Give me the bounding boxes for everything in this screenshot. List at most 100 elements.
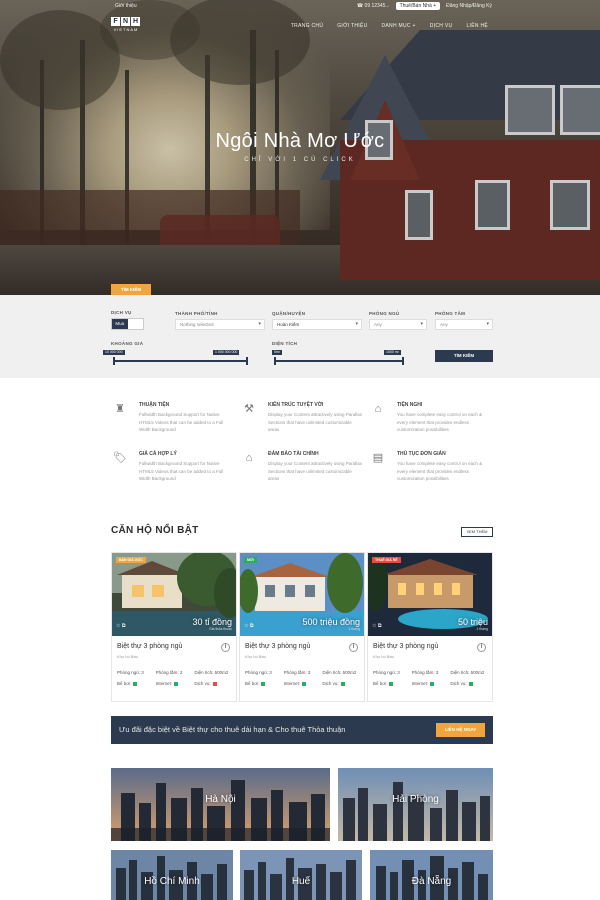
service-toggle[interactable]: Mua [111, 318, 144, 330]
topbar-login-link[interactable]: Đăng Nhập/Đăng Ký [446, 3, 492, 9]
feature-title: THỦ TỤC ĐƠN GIẢN [397, 451, 446, 457]
nav-item-about[interactable]: GIỚI THIỆU [337, 23, 367, 29]
favorite-compare-icons[interactable]: ☆ ⧉ [116, 623, 125, 629]
search-tab[interactable]: TÌM KIẾM [111, 284, 151, 295]
bedrooms-spec: Phòng ngủ: 3 [373, 670, 400, 675]
cross-icon [212, 681, 217, 686]
internet-label: Internet: [155, 681, 173, 686]
price-min-handle[interactable] [113, 357, 115, 365]
service-label: DỊCH VỤ [111, 310, 132, 315]
feature-title: GIÁ CẢ HỢP LÝ [139, 451, 177, 457]
bedrooms-label: PHÒNG NGỦ [369, 311, 400, 316]
city-name: Hà Nội [205, 794, 236, 805]
feature-desc: Display your Content attractively using … [268, 461, 363, 481]
price-max-handle[interactable] [246, 357, 248, 365]
property-price-note: 1 tháng [348, 627, 360, 631]
castle-icon: ♜ [115, 403, 125, 415]
internet-spec: Internet: [156, 681, 195, 686]
pool-label: Bể bơi: [373, 681, 388, 686]
area-spec: Diện tích: 500m2 [450, 670, 485, 675]
featured-section-title: CĂN HỘ NỔI BẬT [111, 525, 199, 536]
bathrooms-label: PHÒNG TẮM [435, 311, 466, 316]
check-icon [389, 681, 394, 686]
topbar-phone[interactable]: ☎ 09 12345... [357, 3, 390, 9]
search-button[interactable]: TÌM KIẾM [435, 350, 493, 362]
favorite-compare-icons[interactable]: ☆ ⧉ [372, 623, 381, 629]
favorite-compare-icons[interactable]: ☆ ⧉ [244, 623, 253, 629]
property-location: Khu hồ Bảo [117, 654, 138, 659]
city-tile-haiphong[interactable]: Hải Phòng [338, 768, 493, 841]
topbar-about-link[interactable]: Giới thiệu [115, 3, 137, 9]
property-card[interactable]: BÁN GIÁ GỐC ☆ ⧉ 30 tỉ đồng Giá thỏa thuậ… [111, 552, 237, 702]
area-min-handle[interactable] [274, 357, 276, 365]
hero-title: Ngôi Nhà Mơ Ước [215, 130, 385, 152]
property-specs: Phòng ngủ: 3 Phòng tắm: 3 Diện tích: 500… [373, 670, 489, 692]
feature-title: ĐẢM BẢO TÀI CHÍNH [268, 451, 319, 457]
service-label: Dịch vụ: [194, 681, 211, 686]
property-price: 30 tỉ đồng [192, 617, 232, 627]
promo-text: Ưu đãi đặc biệt về Biệt thự cho thuê dài… [119, 725, 346, 734]
toggle-rent[interactable] [128, 319, 144, 329]
info-icon[interactable]: i [349, 643, 358, 652]
hero-banner: Giới thiệu ☎ 09 12345... Thuê/Bán Nhà + … [0, 0, 600, 295]
check-icon [261, 681, 266, 686]
property-name[interactable]: Biệt thự 3 phòng ngủ [117, 643, 182, 650]
price-max-value: 1 000 000 000 [213, 350, 240, 355]
house-icon: ⌂ [374, 403, 382, 415]
bathrooms-spec: Phòng tắm: 3 [283, 670, 311, 675]
check-icon [340, 681, 345, 686]
property-price-note: 1 tháng [476, 627, 488, 631]
district-select[interactable]: Hoàn Kiếm [272, 319, 362, 330]
topbar-post-button[interactable]: Thuê/Bán Nhà + [395, 2, 441, 10]
property-price: 500 triệu đồng [302, 617, 360, 627]
bedrooms-spec: Phòng ngủ: 3 [245, 670, 272, 675]
contact-now-button[interactable]: LIÊN HỆ NGAY [436, 723, 485, 737]
service-label: Dịch vụ: [322, 681, 339, 686]
internet-label: Internet: [283, 681, 301, 686]
pool-spec: Bể bơi: [245, 681, 284, 686]
hammer-icon: ⚒ [244, 403, 254, 415]
city-tile-hcm[interactable]: Hồ Chí Minh [111, 850, 233, 900]
toggle-buy[interactable]: Mua [112, 319, 128, 329]
bathrooms-spec: Phòng tắm: 3 [411, 670, 439, 675]
check-icon [302, 681, 307, 686]
property-location: Khu hồ Bảo [373, 654, 394, 659]
info-icon[interactable]: i [477, 643, 486, 652]
check-icon [133, 681, 138, 686]
pool-spec: Bể bơi: [117, 681, 156, 686]
feature-title: KIẾN TRÚC TUYỆT VỜI [268, 402, 324, 408]
city-name: Huế [291, 876, 311, 887]
feature-desc: Fullwidth Background Support for Native … [139, 412, 224, 432]
property-card[interactable]: THUÊ GIÁ RẺ ☆ ⧉ 50 triệu 1 tháng Biệt th… [367, 552, 493, 702]
pool-label: Bể bơi: [245, 681, 260, 686]
hero-subtitle: CHỈ VỚI 1 CÚ CLICK [244, 157, 356, 163]
city-name: Đà Nẵng [411, 876, 452, 887]
pool-spec: Bể bơi: [373, 681, 412, 686]
service-spec: Dịch vụ: [194, 681, 233, 686]
nav-item-categories[interactable]: DANH MỤC + [382, 23, 416, 29]
property-name[interactable]: Biệt thự 3 phòng ngủ [373, 643, 438, 650]
search-panel [0, 295, 600, 378]
property-name[interactable]: Biệt thự 3 phòng ngủ [245, 643, 310, 650]
document-icon: ▤ [372, 452, 384, 464]
property-card[interactable]: MỚI ☆ ⧉ 500 triệu đồng 1 tháng Biệt thự … [239, 552, 365, 702]
nav-item-home[interactable]: TRANG CHỦ [291, 23, 323, 29]
price-slider[interactable]: 10 000 000 1 000 000 000 [103, 350, 248, 365]
site-logo[interactable]: F N H VIETNAM [111, 17, 141, 35]
bedrooms-select[interactable]: Any [369, 319, 427, 330]
nav-item-services[interactable]: DỊCH VỤ [430, 23, 453, 29]
bathrooms-select[interactable]: Any [435, 319, 493, 330]
city-tile-hanoi[interactable]: Hà Nội [111, 768, 330, 841]
city-tile-danang[interactable]: Đà Nẵng [370, 850, 493, 900]
city-label: THÀNH PHỐ/TỈNH [175, 311, 218, 316]
area-slider[interactable]: 0m² 1000 m² [272, 350, 404, 365]
info-icon[interactable]: i [221, 643, 230, 652]
city-name: Hồ Chí Minh [144, 876, 200, 887]
city-select[interactable]: Nothing selected [175, 319, 265, 330]
see-all-button[interactable]: XEM THÊM [461, 527, 493, 537]
city-tile-hue[interactable]: Huế [240, 850, 362, 900]
topbar-right: ☎ 09 12345... Thuê/Bán Nhà + Đăng Nhập/Đ… [357, 2, 492, 10]
area-max-handle[interactable] [402, 357, 404, 365]
internet-spec: Internet: [412, 681, 451, 686]
nav-item-contact[interactable]: LIÊN HỆ [466, 23, 488, 29]
